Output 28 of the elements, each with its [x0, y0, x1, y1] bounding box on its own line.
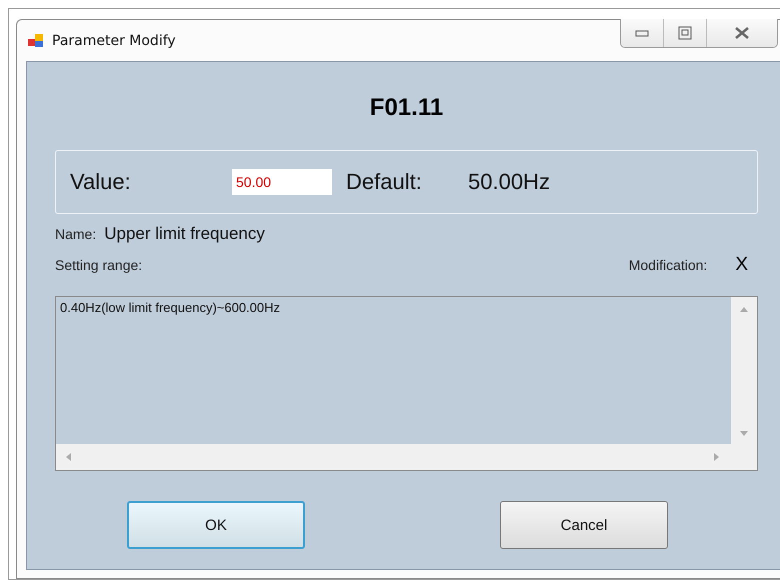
- ok-button[interactable]: OK: [127, 501, 305, 549]
- setting-range-label: Setting range:: [55, 257, 142, 273]
- setting-range-box[interactable]: 0.40Hz(low limit frequency)~600.00Hz: [55, 296, 758, 471]
- maximize-button[interactable]: [664, 19, 707, 47]
- horizontal-scrollbar[interactable]: [56, 444, 757, 470]
- scroll-up-icon[interactable]: [740, 307, 748, 312]
- minimize-button[interactable]: [621, 19, 664, 47]
- maximize-icon: [678, 26, 692, 40]
- default-label: Default:: [346, 169, 423, 195]
- minimize-icon: [635, 29, 649, 37]
- default-value: 50.00Hz: [468, 169, 550, 195]
- parameter-code: F01.11: [368, 93, 444, 123]
- name-label: Name:: [55, 226, 96, 242]
- name-value: Upper limit frequency: [104, 224, 265, 244]
- scroll-left-icon[interactable]: [66, 453, 71, 461]
- setting-range-text: 0.40Hz(low limit frequency)~600.00Hz: [59, 299, 282, 317]
- close-icon: [734, 27, 750, 39]
- value-label: Value:: [70, 169, 132, 195]
- value-field[interactable]: 50.00: [232, 169, 332, 195]
- vertical-scrollbar[interactable]: [731, 297, 757, 444]
- scroll-down-icon[interactable]: [740, 431, 748, 436]
- close-button[interactable]: [707, 19, 777, 47]
- cancel-button[interactable]: Cancel: [500, 501, 668, 549]
- modification-label: Modification:: [628, 257, 708, 273]
- modification-value: X: [735, 254, 748, 276]
- app-icon: [28, 32, 44, 48]
- scroll-right-icon[interactable]: [714, 453, 719, 461]
- window-title: Parameter Modify: [52, 32, 176, 48]
